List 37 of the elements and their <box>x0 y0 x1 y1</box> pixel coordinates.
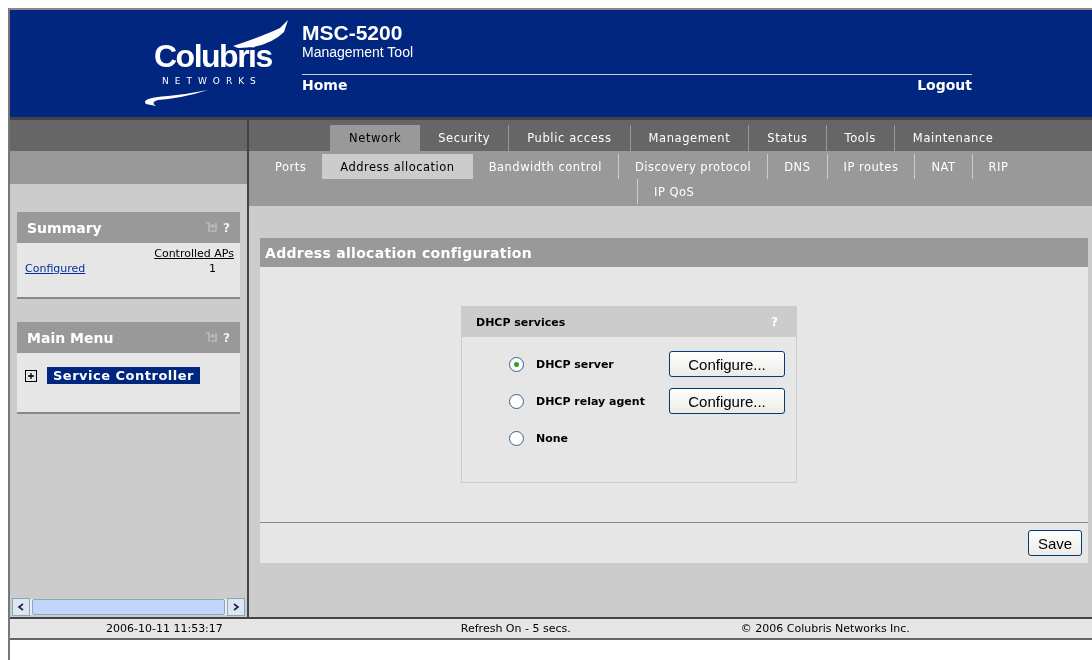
radio-button[interactable] <box>509 356 524 372</box>
sub-tab[interactable]: Address allocation <box>322 154 473 179</box>
radio-button[interactable] <box>509 393 524 409</box>
configure-button[interactable]: Configure... <box>669 351 785 377</box>
save-button[interactable]: Save <box>1028 530 1082 556</box>
logo-tagline: NETWORKS <box>162 76 262 86</box>
column-header: Controlled APs <box>154 247 234 260</box>
option-label: DHCP relay agent <box>536 394 646 408</box>
logout-link[interactable]: Logout <box>917 77 972 93</box>
scroll-left-button[interactable] <box>12 598 30 616</box>
panel-title: Summary <box>27 219 103 236</box>
panel-title: Address allocation configuration <box>260 238 1088 267</box>
logo-name: Colubris <box>154 38 272 75</box>
home-link[interactable]: Home <box>302 77 348 93</box>
expand-icon[interactable] <box>25 369 37 382</box>
status-text: © 2006 Colubris Networks Inc. <box>740 622 910 635</box>
chevron-left-icon <box>17 603 25 611</box>
configure-button[interactable]: Configure... <box>669 388 785 414</box>
product-title: MSC-5200 <box>302 22 404 44</box>
option-label: DHCP server <box>536 357 615 371</box>
nav-tab[interactable]: Security <box>420 125 509 151</box>
scroll-right-button[interactable] <box>227 598 245 616</box>
count-value: 1 <box>209 262 216 275</box>
product-subtitle: Management Tool <box>302 44 415 60</box>
option-label: None <box>536 431 570 445</box>
status-text: Refresh On - 5 secs. <box>460 622 571 635</box>
status-text: 2006-10-11 11:53:17 <box>106 622 223 635</box>
menu-item[interactable]: Service Controller <box>47 367 200 384</box>
refresh-icon <box>205 222 218 233</box>
radio-button[interactable] <box>509 430 524 446</box>
nav-tab[interactable]: Network <box>330 125 421 151</box>
configured-link[interactable]: Configured <box>25 262 86 275</box>
chevron-right-icon <box>232 603 240 611</box>
box-title: DHCP services <box>476 315 566 329</box>
refresh-icon <box>205 332 218 343</box>
panel-title: Main Menu <box>27 329 115 346</box>
horizontal-scrollbar[interactable] <box>12 599 245 615</box>
